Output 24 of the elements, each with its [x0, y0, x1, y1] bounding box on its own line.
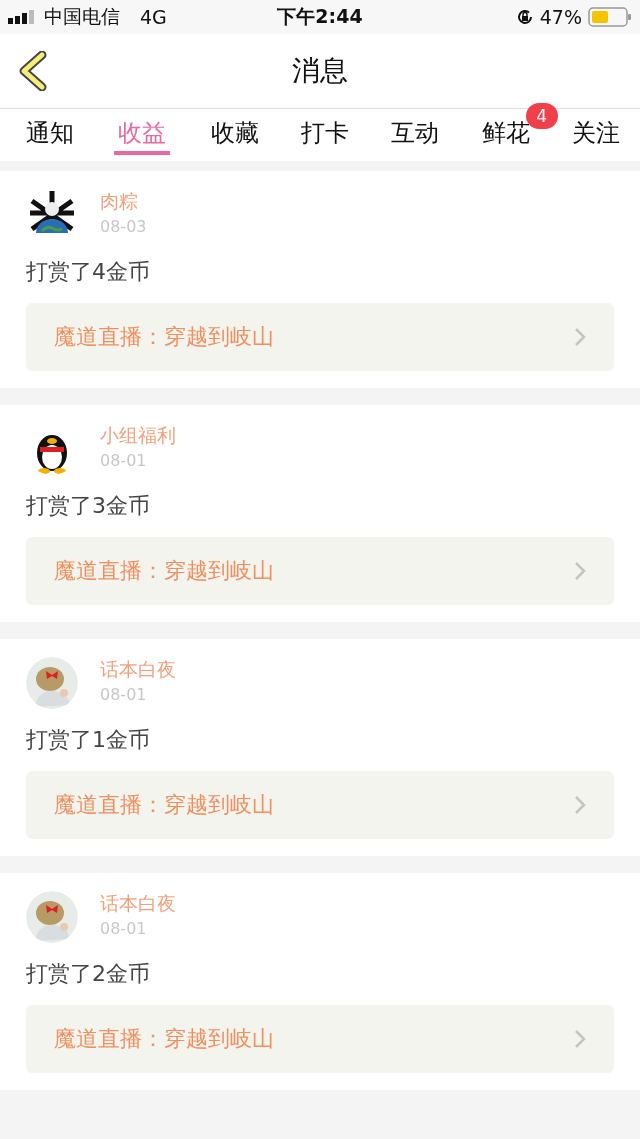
rotation-lock-icon — [515, 8, 534, 26]
network-type: 4G — [140, 6, 167, 28]
user-name: 肉粽 — [100, 189, 139, 214]
message-text: 打赏了4金币 — [26, 258, 151, 286]
chevron-right-icon — [574, 561, 586, 581]
tab[interactable]: 通知 — [24, 109, 76, 155]
tab[interactable]: 互动 — [389, 109, 442, 155]
message-text: 打赏了3金币 — [26, 492, 151, 520]
chevron-right-icon — [574, 327, 586, 347]
user-name: 小组福利 — [100, 423, 176, 448]
chevron-right-icon — [574, 795, 586, 815]
tab[interactable]: 打卡 — [299, 109, 351, 155]
message-text: 打赏了1金币 — [26, 726, 151, 754]
page-title: 消息 — [292, 53, 348, 89]
tab[interactable]: 关注 — [569, 109, 622, 155]
battery-percent: 47% — [539, 6, 582, 28]
user-name: 话本白夜 — [100, 657, 176, 682]
carrier-name: 中国电信 — [44, 4, 120, 29]
battery-icon — [588, 7, 632, 27]
clock-time: 下午2:44 — [276, 4, 364, 29]
tab[interactable]: 收藏 — [208, 109, 261, 155]
message-text: 打赏了2金币 — [26, 960, 151, 988]
chevron-right-icon — [574, 1029, 586, 1049]
user-name: 话本白夜 — [100, 891, 176, 916]
